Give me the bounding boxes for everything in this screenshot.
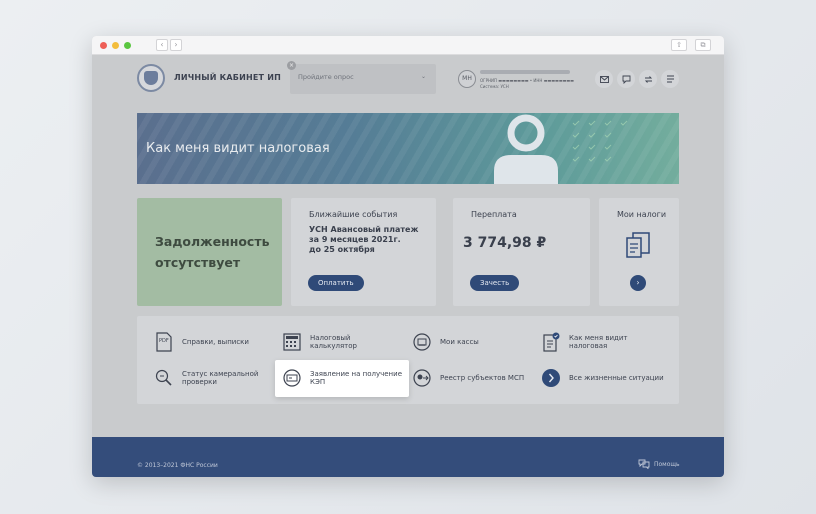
my-taxes-title: Мои налоги xyxy=(617,210,667,219)
person-silhouette-icon xyxy=(494,114,558,184)
forward-button[interactable]: › xyxy=(170,39,182,51)
close-window-button[interactable] xyxy=(100,42,107,49)
site-content: ЛИЧНЫЙ КАБИНЕТ ИП × ⌄ МН ОГРНИП ▬▬▬▬▬▬▬▬… xyxy=(92,55,724,477)
service-tax-calculator[interactable]: Налоговый калькулятор xyxy=(282,332,357,352)
back-button[interactable]: ‹ xyxy=(156,39,168,51)
debt-status-line1: Задолженность xyxy=(155,234,270,249)
transfer-button[interactable] xyxy=(639,70,657,88)
service-label: Все жизненные ситуации xyxy=(569,374,664,382)
survey-input[interactable] xyxy=(298,73,408,81)
service-certificates[interactable]: PDF Справки, выписки xyxy=(154,332,249,352)
service-label: Налоговый калькулятор xyxy=(310,334,357,350)
event-line3: до 25 октября xyxy=(309,245,375,254)
chat-icon xyxy=(622,75,630,84)
mail-icon xyxy=(599,75,609,83)
service-label: Справки, выписки xyxy=(182,338,249,346)
share-button[interactable]: ⇧ xyxy=(671,39,687,51)
pdf-document-icon: PDF xyxy=(154,332,174,352)
site-footer: © 2013–2021 ФНС России Помощь xyxy=(92,437,724,477)
avatar[interactable]: МН xyxy=(458,70,476,88)
site-header: ЛИЧНЫЙ КАБИНЕТ ИП × ⌄ МН ОГРНИП ▬▬▬▬▬▬▬▬… xyxy=(92,55,724,103)
service-label-line1: Заявление на получение xyxy=(310,370,402,378)
eagle-emblem-icon xyxy=(144,71,158,85)
user-tax-system: Система: УСН xyxy=(480,84,509,89)
user-name-redacted xyxy=(480,70,570,74)
service-label-line2: калькулятор xyxy=(310,342,357,350)
survey-search-box[interactable]: × ⌄ xyxy=(287,61,436,94)
event-line1: УСН Авансовый платеж xyxy=(309,225,419,234)
menu-button[interactable] xyxy=(661,70,679,88)
minimize-window-button[interactable] xyxy=(112,42,119,49)
checkmarks-grid-icon xyxy=(572,120,628,162)
browser-titlebar: ‹ › ⇧ ⧉ xyxy=(92,36,724,55)
help-label: Помощь xyxy=(654,460,680,468)
calculator-icon xyxy=(282,332,302,352)
service-label-line2: проверки xyxy=(182,378,217,386)
debt-status-text: Задолженность отсутствует xyxy=(155,231,270,273)
service-label-line1: Статус камеральной xyxy=(182,370,259,378)
user-ids: ОГРНИП ▬▬▬▬▬▬▬▬ • ИНН ▬▬▬▬▬▬▬▬ xyxy=(480,78,574,83)
service-my-cash-registers[interactable]: Мои кассы xyxy=(412,332,479,352)
help-link[interactable]: Помощь xyxy=(638,459,680,469)
cabinet-title[interactable]: ЛИЧНЫЙ КАБИНЕТ ИП xyxy=(174,73,281,82)
service-label-line2: налоговая xyxy=(569,342,608,350)
mail-button[interactable] xyxy=(595,70,613,88)
tabs-button[interactable]: ⧉ xyxy=(695,39,711,51)
menu-icon xyxy=(666,75,674,83)
event-description: УСН Авансовый платеж за 9 месяцев 2021г.… xyxy=(309,225,429,255)
chevron-down-icon[interactable]: ⌄ xyxy=(421,73,426,80)
my-taxes-arrow-button[interactable]: › xyxy=(630,275,646,291)
service-label: Мои кассы xyxy=(440,338,479,346)
signature-card-icon xyxy=(282,368,302,388)
service-msp-registry[interactable]: Реестр субъектов МСП xyxy=(412,368,524,388)
copyright-text: © 2013–2021 ФНС России xyxy=(137,462,218,469)
overpayment-card: Переплата 3 774,98 ₽ Зачесть xyxy=(453,198,590,306)
browser-window: ‹ › ⇧ ⧉ ЛИЧНЫЙ КАБИНЕТ ИП × ⌄ МН ОГРНИП … xyxy=(92,36,724,477)
arrow-circle-icon xyxy=(541,368,561,388)
service-label: Статус камеральной проверки xyxy=(182,370,258,386)
pay-button[interactable]: Оплатить xyxy=(308,275,364,291)
search-status-icon xyxy=(154,368,174,388)
chat-button[interactable] xyxy=(617,70,635,88)
tax-documents-icon xyxy=(626,232,650,258)
overpayment-amount: 3 774,98 ₽ xyxy=(463,235,547,251)
maximize-window-button[interactable] xyxy=(124,42,131,49)
debt-status-line2: отсутствует xyxy=(155,255,241,270)
banner-title: Как меня видит налоговая xyxy=(146,141,330,156)
debt-status-card[interactable]: Задолженность отсутствует xyxy=(137,198,282,306)
service-desk-audit-status[interactable]: Статус камеральной проверки xyxy=(154,368,258,388)
service-label-line1: Как меня видит xyxy=(569,334,628,342)
service-label: Заявление на получение КЭП xyxy=(310,370,402,386)
event-line2: за 9 месяцев 2021г. xyxy=(309,235,401,244)
profile-banner[interactable]: Как меня видит налоговая xyxy=(137,113,679,184)
events-title: Ближайшие события xyxy=(309,210,398,219)
service-label-line1: Налоговый xyxy=(310,334,351,342)
service-kep-application[interactable]: Заявление на получение КЭП xyxy=(282,368,402,388)
svg-text:PDF: PDF xyxy=(159,338,169,344)
service-all-life-situations[interactable]: Все жизненные ситуации xyxy=(541,368,664,388)
cash-register-icon xyxy=(412,332,432,352)
close-icon[interactable]: × xyxy=(287,61,296,70)
profile-check-icon xyxy=(541,332,561,352)
help-chat-icon xyxy=(638,459,650,469)
overpayment-title: Переплата xyxy=(471,210,517,219)
fns-emblem-logo[interactable] xyxy=(137,64,165,92)
offset-button[interactable]: Зачесть xyxy=(470,275,520,291)
upcoming-events-card: Ближайшие события УСН Авансовый платеж з… xyxy=(291,198,436,306)
service-label-line2: КЭП xyxy=(310,378,326,386)
my-taxes-card[interactable]: Мои налоги › xyxy=(599,198,679,306)
transfer-icon xyxy=(644,75,652,83)
service-label: Реестр субъектов МСП xyxy=(440,374,525,382)
service-tax-profile[interactable]: Как меня видит налоговая xyxy=(541,332,627,352)
registry-icon xyxy=(412,368,432,388)
service-label: Как меня видит налоговая xyxy=(569,334,627,350)
